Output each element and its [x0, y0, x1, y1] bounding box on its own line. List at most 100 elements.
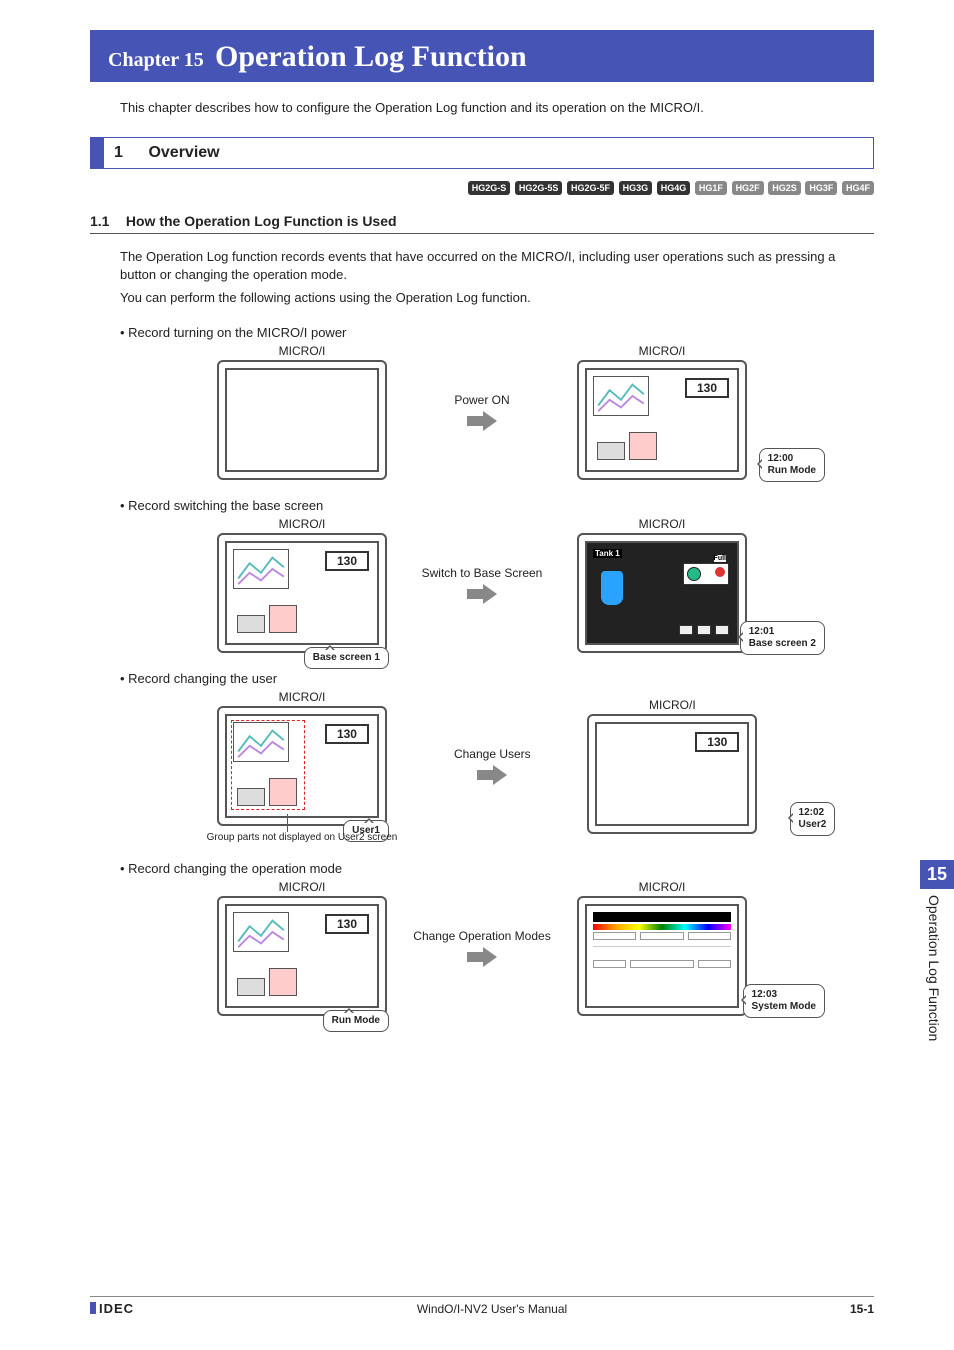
diagram-row-mode: MICRO/I 130 Run Mode Change Operation Mo…: [90, 880, 874, 1016]
arrow-label: Switch to Base Screen: [407, 566, 557, 604]
badge: HG4F: [842, 181, 874, 195]
device: 12:03 System Mode: [577, 896, 747, 1016]
badge: HG4G: [657, 181, 691, 195]
tank-label: Tank 1: [593, 549, 622, 558]
page-footer: IDEC WindO/I-NV2 User's Manual 15-1: [90, 1296, 874, 1316]
brand-text: IDEC: [99, 1301, 134, 1316]
value-box: 130: [695, 732, 739, 752]
log-bubble: 12:00 Run Mode: [759, 448, 825, 482]
bubble-text: Run Mode: [768, 465, 816, 476]
brand-logo: IDEC: [90, 1301, 134, 1316]
group-note-text: Group parts not displayed on User2 scree…: [207, 832, 398, 843]
device-label: MICRO/I: [279, 517, 326, 531]
badge: HG3G: [619, 181, 653, 195]
subsection-title: How the Operation Log Function is Used: [126, 213, 397, 229]
button-row-icon: [679, 625, 729, 635]
page-number: 15-1: [850, 1302, 874, 1316]
side-tab-text: Operation Log Function: [920, 889, 948, 1129]
section-title: Overview: [148, 144, 219, 161]
device-label: MICRO/I: [639, 880, 686, 894]
paragraph: You can perform the following actions us…: [120, 289, 874, 307]
bullet: Record turning on the MICRO/I power: [120, 325, 874, 340]
badge: HG1F: [695, 181, 727, 195]
bubble-text: System Mode: [752, 1001, 816, 1012]
pointer-line-icon: [287, 814, 288, 832]
mini-chart-icon: [233, 722, 289, 762]
device: [217, 360, 387, 480]
arrow-text: Power ON: [454, 393, 509, 407]
bubble-text: User2: [799, 819, 827, 830]
section-header: 1 Overview: [90, 137, 874, 169]
subsection-number: 1.1: [90, 213, 122, 229]
value-box: 130: [325, 724, 369, 744]
gauge-icon: Full: [683, 563, 729, 585]
diagram-row-power: MICRO/I Power ON MICRO/I 130 12:00 Run M…: [90, 344, 874, 480]
device-label: MICRO/I: [639, 517, 686, 531]
arrow-right-icon: [467, 584, 497, 604]
footer-title: WindO/I-NV2 User's Manual: [417, 1302, 567, 1316]
badge: HG2S: [768, 181, 801, 195]
tank-icon: [601, 571, 623, 605]
device-label: MICRO/I: [279, 344, 326, 358]
chapter-title: Operation Log Function: [215, 40, 527, 73]
device: Tank 1 Full 12:01 Base screen 2: [577, 533, 747, 653]
bubble-text: Run Mode: [332, 1015, 380, 1026]
diagram-row-base-screen: MICRO/I 130 Base screen 1 Switch to Base…: [90, 517, 874, 653]
group-note: Group parts not displayed on User2 scree…: [207, 832, 398, 843]
device: 130 Run Mode: [217, 896, 387, 1016]
arrow-right-icon: [477, 765, 507, 785]
bullet: Record changing the user: [120, 671, 874, 686]
bubble-time: 12:01: [749, 626, 775, 637]
device-label: MICRO/I: [279, 690, 326, 704]
badge: HG3F: [805, 181, 837, 195]
side-tab-number: 15: [920, 860, 954, 889]
value-box: 130: [325, 551, 369, 571]
section-number: 1: [114, 144, 144, 162]
bar-icon: [237, 788, 265, 806]
paragraph: The Operation Log function records event…: [120, 248, 874, 283]
subsection-header: 1.1 How the Operation Log Function is Us…: [90, 213, 874, 234]
bubble-time: 12:00: [768, 453, 794, 464]
screen: Tank 1 Full: [585, 541, 739, 645]
screen: 130: [585, 368, 739, 472]
bar-icon: [237, 615, 265, 633]
bar-icon: [237, 978, 265, 996]
screen: 130: [595, 722, 749, 826]
chapter-intro: This chapter describes how to configure …: [120, 100, 874, 115]
device: 130 12:02 User2: [587, 714, 757, 834]
system-mode-screen: [585, 904, 739, 1008]
screen: 130: [225, 904, 379, 1008]
value-box: 130: [685, 378, 729, 398]
arrow-label: Power ON: [407, 393, 557, 431]
arrow-text: Switch to Base Screen: [422, 566, 543, 580]
gauge-label: Full: [714, 555, 726, 562]
badge: HG2F: [732, 181, 764, 195]
bubble-text: Base screen 1: [313, 652, 380, 663]
badge: HG2G-S: [468, 181, 511, 195]
screen: 130: [225, 714, 379, 818]
product-badges: HG2G-S HG2G-5S HG2G-5F HG3G HG4G HG1F HG…: [90, 179, 874, 195]
mini-chart-icon: [593, 376, 649, 416]
device: 130 User1: [217, 706, 387, 826]
chapter-header: Chapter 15 Operation Log Function: [90, 30, 874, 82]
arrow-label: Change Users: [417, 747, 567, 785]
diagram-row-user: MICRO/I 130 User1 Group parts not displa…: [90, 690, 874, 843]
screen: 130: [225, 541, 379, 645]
arrow-text: Change Operation Modes: [413, 929, 550, 943]
bar-icon: [269, 605, 297, 633]
device-label: MICRO/I: [279, 880, 326, 894]
device-label: MICRO/I: [649, 698, 696, 712]
value-box: 130: [325, 914, 369, 934]
blank-screen: [225, 368, 379, 472]
log-bubble: 12:01 Base screen 2: [740, 621, 825, 655]
mini-chart-icon: [233, 549, 289, 589]
arrow-right-icon: [467, 947, 497, 967]
bar-icon: [269, 778, 297, 806]
bar-icon: [597, 442, 625, 460]
bubble-text: Base screen 2: [749, 638, 816, 649]
arrow-text: Change Users: [454, 747, 531, 761]
bar-icon: [629, 432, 657, 460]
log-bubble: Run Mode: [323, 1010, 389, 1032]
bullet: Record changing the operation mode: [120, 861, 874, 876]
device: 130 Base screen 1: [217, 533, 387, 653]
